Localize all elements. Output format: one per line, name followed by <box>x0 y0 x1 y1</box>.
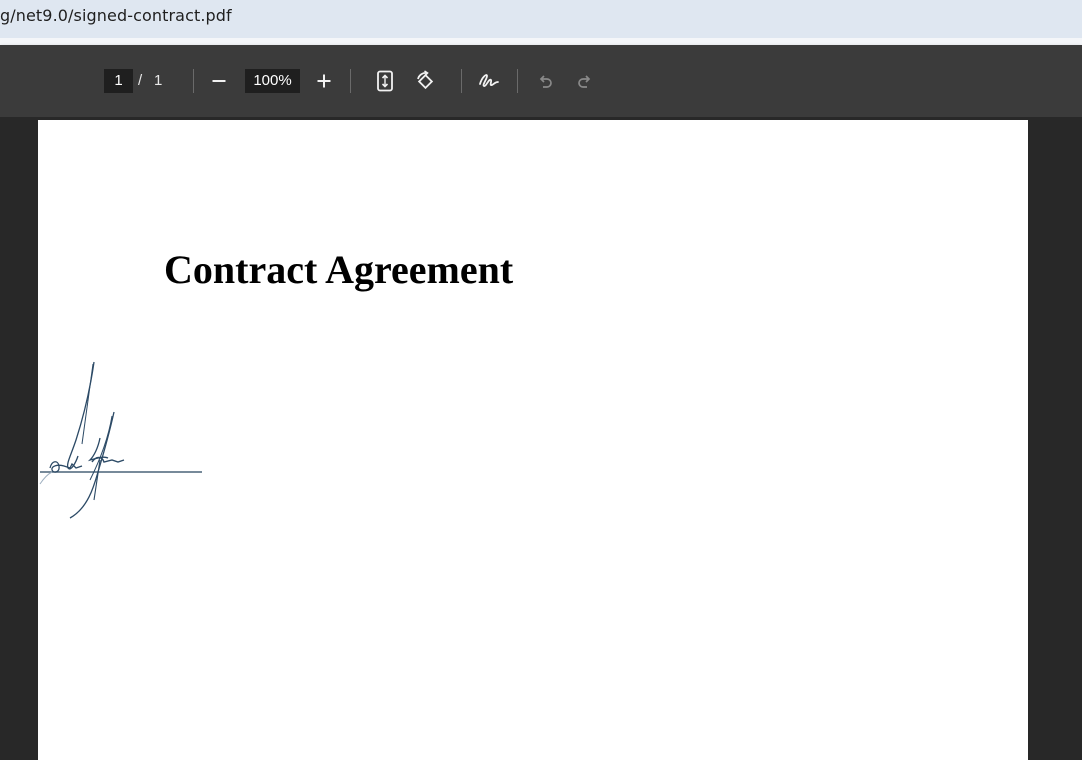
fit-page-button[interactable] <box>369 65 401 97</box>
redo-button[interactable] <box>569 65 601 97</box>
redo-icon <box>578 75 591 88</box>
page-total: 1 <box>154 72 163 89</box>
document-title: Contract Agreement <box>164 247 514 292</box>
pdf-viewer[interactable]: Contract Agreement <box>0 117 1082 760</box>
rotate-icon <box>417 70 434 90</box>
signature-image <box>39 361 202 519</box>
page-separator: / <box>138 72 143 89</box>
page-number-input[interactable]: 1 <box>104 69 133 93</box>
address-bar[interactable]: g/net9.0/signed-contract.pdf <box>0 0 1082 38</box>
undo-icon <box>539 75 552 88</box>
draw-icon <box>479 74 499 87</box>
toolbar-divider <box>193 69 194 93</box>
rotate-button[interactable] <box>409 65 441 97</box>
zoom-out-button[interactable] <box>203 65 235 97</box>
pdf-page: Contract Agreement <box>38 120 1028 760</box>
zoom-level-input[interactable]: 100% <box>245 69 300 93</box>
zoom-in-button[interactable] <box>308 65 340 97</box>
minus-icon <box>212 80 226 82</box>
pdf-toolbar: 1 / 1 100% <box>0 45 1082 117</box>
undo-button[interactable] <box>529 65 561 97</box>
address-url[interactable]: g/net9.0/signed-contract.pdf <box>0 6 232 25</box>
toolbar-divider <box>350 69 351 93</box>
plus-icon <box>317 74 331 88</box>
address-bar-divider <box>0 38 1082 45</box>
fit-page-icon <box>377 70 393 92</box>
toolbar-divider <box>461 69 462 93</box>
toolbar-divider <box>517 69 518 93</box>
annotate-button[interactable] <box>473 65 505 97</box>
